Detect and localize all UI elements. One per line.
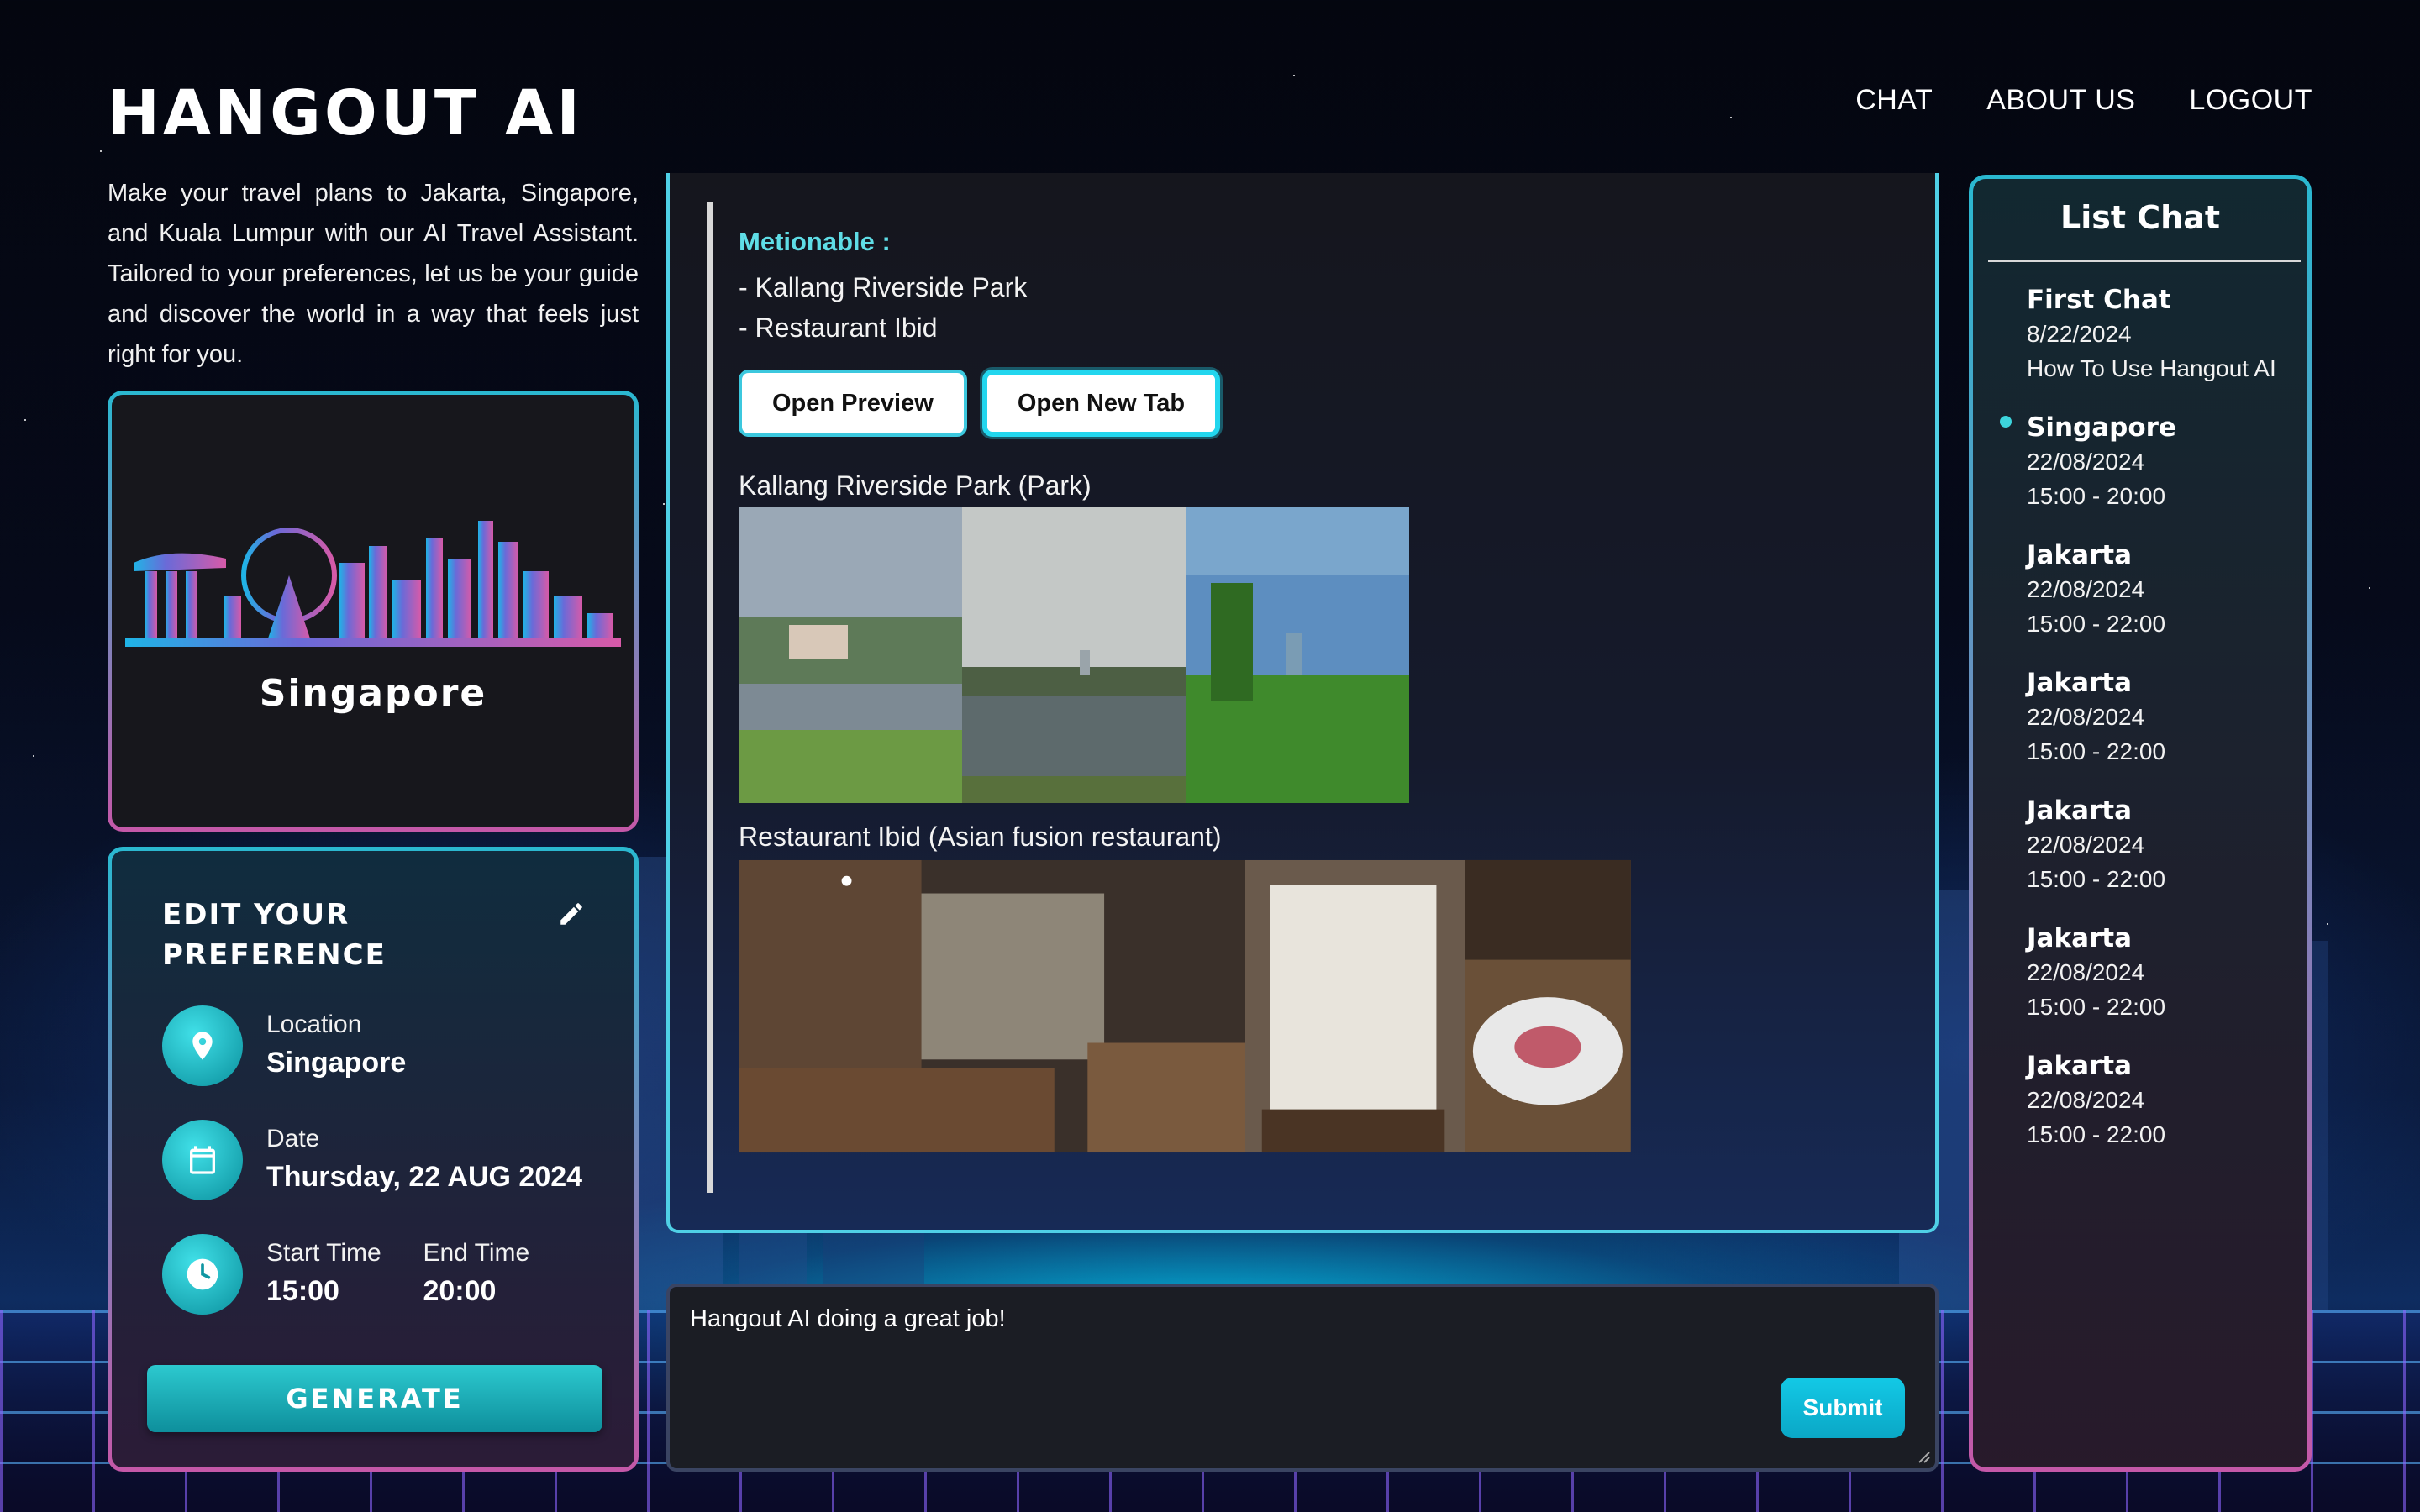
chat-item-title: Singapore — [2027, 412, 2176, 443]
start-time-value: 15:00 — [266, 1275, 339, 1307]
restaurant-photo[interactable] — [739, 858, 1246, 1154]
chat-input[interactable]: Hangout AI doing a great job! Submit — [666, 1284, 1939, 1472]
time-row: Start Time 15:00 End Time 20:00 — [162, 1234, 529, 1315]
chat-item-date: 22/08/2024 — [2027, 1087, 2145, 1113]
chat-item-subtitle: 15:00 - 22:00 — [2027, 1121, 2166, 1147]
nav-about-link[interactable]: ABOUT US — [1986, 84, 2135, 117]
nav-chat-link[interactable]: CHAT — [1855, 84, 1933, 117]
intro-text: Make your travel plans to Jakarta, Singa… — [108, 180, 639, 368]
chat-list-item[interactable]: Singapore 22/08/2024 15:00 - 20:00 — [2027, 411, 2176, 513]
chat-item-title: Jakarta — [2027, 1051, 2133, 1081]
park-photo-gallery — [739, 507, 1631, 803]
chat-item-date: 22/08/2024 — [2027, 959, 2145, 985]
location-pin-icon — [162, 1005, 243, 1086]
preference-title: EDIT YOUR PREFERENCE — [162, 898, 387, 972]
open-preview-button[interactable]: Open Preview — [739, 370, 967, 437]
date-row: Date Thursday, 22 AUG 2024 — [162, 1120, 582, 1200]
chat-item-subtitle: 15:00 - 22:00 — [2027, 611, 2166, 637]
chat-list-item[interactable]: Jakarta 22/08/2024 15:00 - 22:00 — [2027, 794, 2165, 896]
chat-item-title: Jakarta — [2027, 923, 2133, 953]
park-photo[interactable] — [1186, 507, 1409, 803]
location-row: Location Singapore — [162, 1005, 406, 1086]
chat-item-date: 22/08/2024 — [2027, 576, 2145, 602]
open-new-tab-button[interactable]: Open New Tab — [981, 370, 1221, 437]
chat-item-subtitle: 15:00 - 22:00 — [2027, 994, 2166, 1020]
date-value: Thursday, 22 AUG 2024 — [266, 1161, 583, 1193]
top-nav: CHAT ABOUT US LOGOUT — [1855, 84, 2312, 117]
resize-handle-icon[interactable] — [1915, 1448, 1930, 1463]
chat-item-subtitle: 15:00 - 20:00 — [2027, 483, 2166, 509]
clock-icon — [162, 1234, 243, 1315]
mention-heading: Metionable : — [739, 227, 891, 256]
restaurant-photo[interactable] — [1465, 858, 1631, 1154]
mention-item: - Restaurant Ibid — [739, 312, 938, 343]
chat-list-divider — [1988, 260, 2301, 262]
submit-button[interactable]: Submit — [1781, 1378, 1905, 1438]
generate-button[interactable]: GENERATE — [147, 1365, 602, 1432]
chat-item-title: Jakarta — [2027, 540, 2133, 570]
restaurant-photo[interactable] — [1245, 858, 1465, 1154]
chat-item-title: Jakarta — [2027, 795, 2133, 826]
city-name: Singapore — [259, 672, 487, 715]
location-value: Singapore — [266, 1047, 407, 1079]
chat-item-date: 22/08/2024 — [2027, 704, 2145, 730]
end-time-label: End Time — [423, 1239, 530, 1267]
chat-list-item[interactable]: Jakarta 22/08/2024 15:00 - 22:00 — [2027, 921, 2165, 1024]
chat-list-item[interactable]: First Chat 8/22/2024 How To Use Hangout … — [2027, 283, 2276, 386]
chat-item-date: 8/22/2024 — [2027, 321, 2132, 347]
chat-item-title: Jakarta — [2027, 668, 2133, 698]
park-photo[interactable] — [739, 507, 962, 803]
chat-list-panel: List Chat First Chat 8/22/2024 How To Us… — [1969, 175, 2312, 1472]
place-title: Restaurant Ibid (Asian fusion restaurant… — [739, 822, 1222, 852]
preference-card: EDIT YOUR PREFERENCE Location Singapore … — [108, 847, 639, 1472]
singapore-skyline-icon — [125, 521, 621, 647]
chat-list-item[interactable]: Jakarta 22/08/2024 15:00 - 22:00 — [2027, 1049, 2165, 1152]
chat-item-subtitle: 15:00 - 22:00 — [2027, 866, 2166, 892]
chat-list-item[interactable]: Jakarta 22/08/2024 15:00 - 22:00 — [2027, 666, 2165, 769]
chat-item-date: 22/08/2024 — [2027, 832, 2145, 858]
nav-logout-link[interactable]: LOGOUT — [2189, 84, 2312, 117]
pencil-icon[interactable] — [557, 900, 586, 928]
end-time-value: 20:00 — [423, 1275, 497, 1307]
chat-list-item[interactable]: Jakarta 22/08/2024 15:00 - 22:00 — [2027, 538, 2165, 641]
calendar-icon — [162, 1120, 243, 1200]
chat-item-subtitle: 15:00 - 22:00 — [2027, 738, 2166, 764]
restaurant-photo-gallery — [739, 858, 1631, 1154]
start-time-label: Start Time — [266, 1239, 381, 1267]
city-card: Singapore — [108, 391, 639, 832]
park-photo[interactable] — [962, 507, 1186, 803]
active-chat-indicator — [2000, 416, 2012, 428]
location-label: Location — [266, 1011, 362, 1038]
place-title: Kallang Riverside Park (Park) — [739, 470, 1092, 501]
chat-item-subtitle: How To Use Hangout AI — [2027, 355, 2276, 381]
chat-input-text[interactable]: Hangout AI doing a great job! — [690, 1305, 1006, 1333]
mention-item: - Kallang Riverside Park — [739, 272, 1028, 302]
date-label: Date — [266, 1125, 320, 1152]
chat-item-date: 22/08/2024 — [2027, 449, 2145, 475]
chat-list-title: List Chat — [2060, 199, 2220, 236]
chat-messages-panel[interactable]: Metionable : - Kallang Riverside Park - … — [666, 173, 1939, 1233]
chat-item-title: First Chat — [2027, 285, 2171, 315]
assistant-message: Metionable : - Kallang Riverside Park - … — [707, 202, 1631, 1193]
app-logo[interactable]: HANGOUT AI — [108, 77, 583, 150]
